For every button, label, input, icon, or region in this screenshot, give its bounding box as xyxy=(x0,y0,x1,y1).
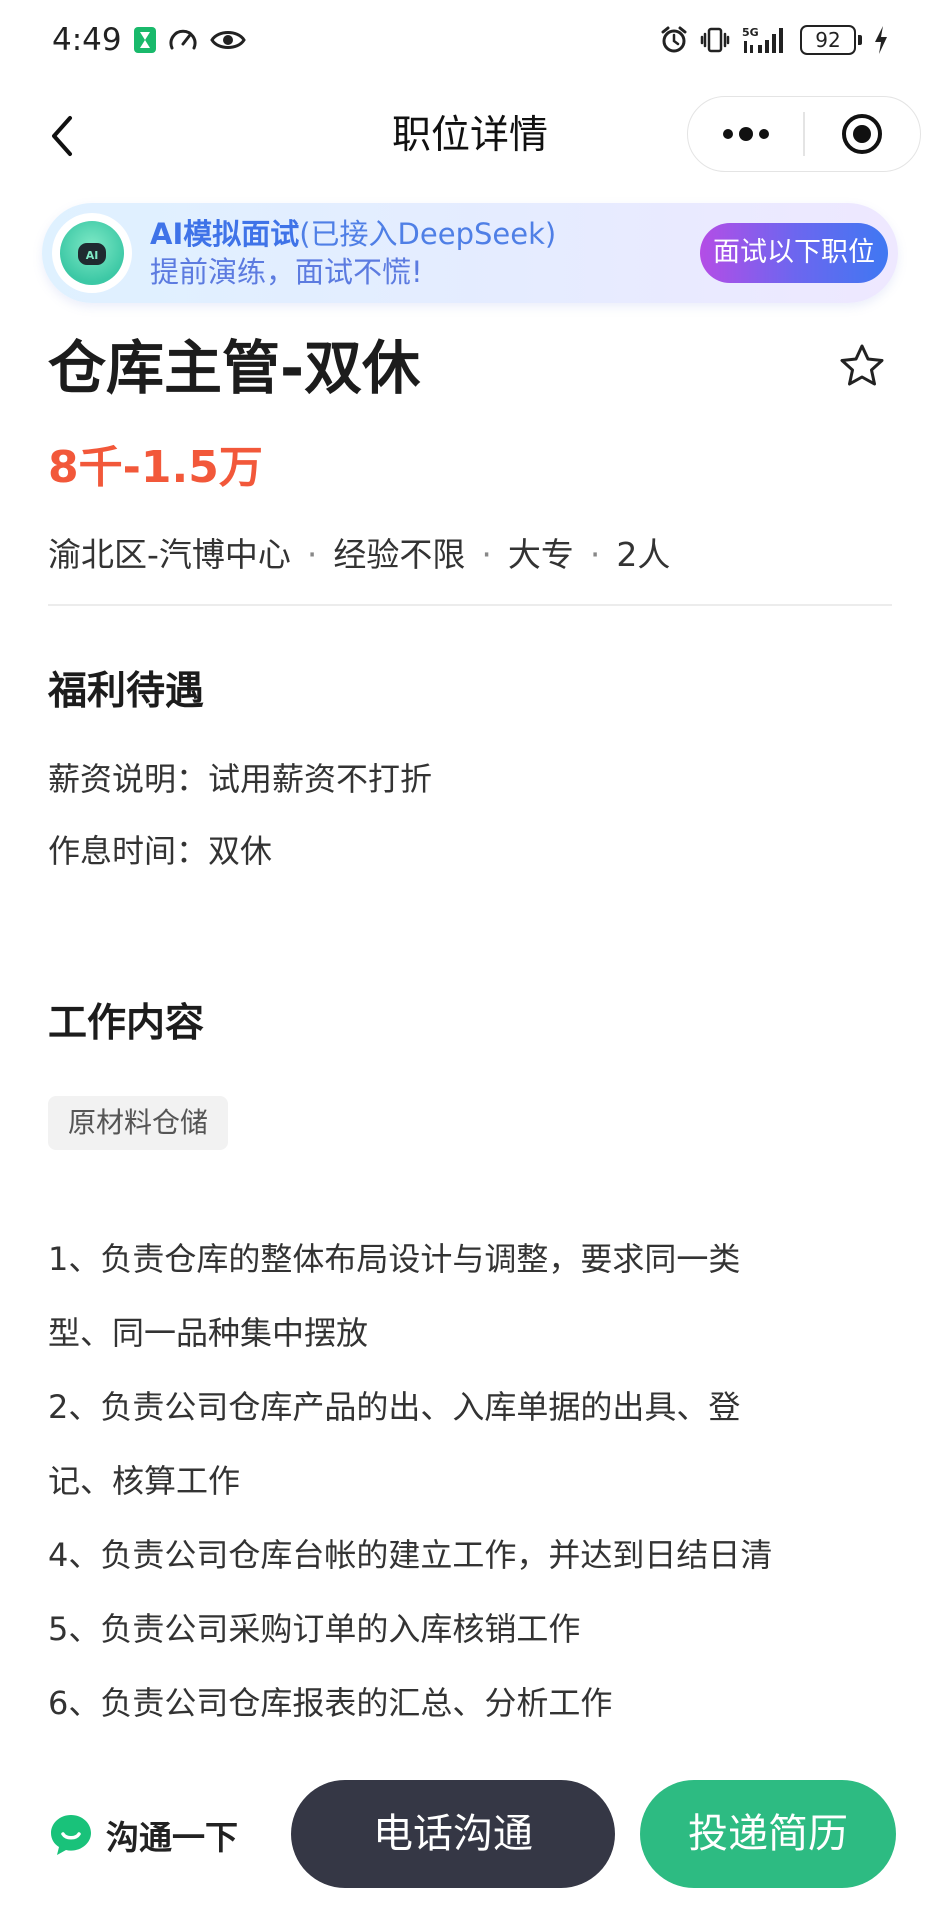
description-line: 1、负责仓库的整体布局设计与调整，要求同一类 xyxy=(48,1240,741,1278)
benefit-label: 作息时间： xyxy=(48,832,209,870)
ai-banner-subtitle: 提前演练，面试不慌! xyxy=(150,255,423,289)
benefit-value: 双休 xyxy=(208,832,273,870)
bottom-action-bar: 沟通一下 电话沟通 投递简历 xyxy=(0,1780,940,1890)
chat-bubble-icon xyxy=(48,1812,94,1858)
status-time: 4:49 xyxy=(52,22,122,58)
benefit-value: 试用薪资不打折 xyxy=(208,760,433,798)
description-line: 记、核算工作 xyxy=(48,1462,241,1500)
target-circle-icon xyxy=(842,114,883,154)
job-content-heading: 工作内容 xyxy=(48,1001,205,1046)
hourglass-icon xyxy=(133,27,156,53)
job-description: 1、负责仓库的整体布局设计与调整，要求同一类 型、同一品种集中摆放 2、负责公司… xyxy=(48,1222,893,1740)
salary: 8千-1.5万 xyxy=(48,442,263,493)
status-left: 4:49 xyxy=(52,22,246,58)
chat-label: 沟通一下 xyxy=(106,1818,238,1857)
benefit-label: 薪资说明： xyxy=(48,760,209,798)
ai-robot-icon: AI xyxy=(60,221,124,285)
job-category-tag: 原材料仓储 xyxy=(48,1096,229,1150)
battery-icon: 92 xyxy=(800,25,862,55)
description-line: 2、负责公司仓库产品的出、入库单据的出具、登 xyxy=(48,1388,741,1426)
ai-banner-title-rest: (已接入DeepSeek) xyxy=(299,217,557,251)
description-line: 6、负责公司仓库报表的汇总、分析工作 xyxy=(48,1684,613,1722)
ai-banner-title-bold: AI模拟面试 xyxy=(150,217,300,251)
star-outline-icon xyxy=(840,344,884,386)
mini-program-capsule xyxy=(687,96,921,172)
job-location: 渝北区-汽博中心 xyxy=(48,535,291,574)
phone-call-button[interactable]: 电话沟通 xyxy=(291,1780,615,1888)
description-line: 5、负责公司采购订单的入库核销工作 xyxy=(48,1610,581,1648)
favorite-button[interactable] xyxy=(834,338,890,394)
status-right: 5G 92 xyxy=(660,25,888,55)
status-bar: 4:49 5G 92 xyxy=(0,0,940,80)
more-dots-icon xyxy=(722,127,769,141)
benefit-row-salary: 薪资说明：试用薪资不打折 xyxy=(48,756,432,802)
job-education: 大专 xyxy=(507,535,574,574)
ai-avatar-label: AI xyxy=(86,249,99,262)
apply-resume-button[interactable]: 投递简历 xyxy=(640,1780,896,1888)
charging-icon xyxy=(874,26,888,54)
nav-bar: 职位详情 xyxy=(0,96,940,176)
signal-icon: 5G xyxy=(742,25,788,55)
chat-button[interactable]: 沟通一下 xyxy=(48,1810,238,1860)
ai-banner-title: AI模拟面试(已接入DeepSeek) xyxy=(150,215,556,253)
more-button[interactable] xyxy=(688,97,803,171)
benefits-heading: 福利待遇 xyxy=(48,669,205,714)
start-interview-button[interactable]: 面试以下职位 xyxy=(700,223,888,283)
svg-text:5G: 5G xyxy=(742,26,759,39)
battery-level: 92 xyxy=(800,25,856,55)
job-experience: 经验不限 xyxy=(333,535,466,574)
close-mini-program-button[interactable] xyxy=(805,97,920,171)
description-line: 4、负责公司仓库台帐的建立工作，并达到日结日清 xyxy=(48,1536,773,1574)
ai-banner-text: AI模拟面试(已接入DeepSeek) 提前演练，面试不慌! xyxy=(150,215,556,291)
job-meta: 渝北区-汽博中心 · 经验不限 · 大专 · 2人 xyxy=(48,530,670,580)
job-headcount: 2人 xyxy=(616,535,671,574)
job-title: 仓库主管-双休 xyxy=(48,334,421,402)
description-line: 型、同一品种集中摆放 xyxy=(48,1314,369,1352)
ai-interview-banner[interactable]: AI AI模拟面试(已接入DeepSeek) 提前演练，面试不慌! 面试以下职位 xyxy=(42,203,898,303)
vibrate-icon xyxy=(700,26,730,54)
benefit-row-schedule: 作息时间：双休 xyxy=(48,828,272,874)
divider xyxy=(48,604,892,606)
ai-avatar: AI xyxy=(52,213,132,293)
speedometer-icon xyxy=(168,26,198,54)
eye-icon xyxy=(209,28,246,52)
alarm-icon xyxy=(660,26,688,54)
